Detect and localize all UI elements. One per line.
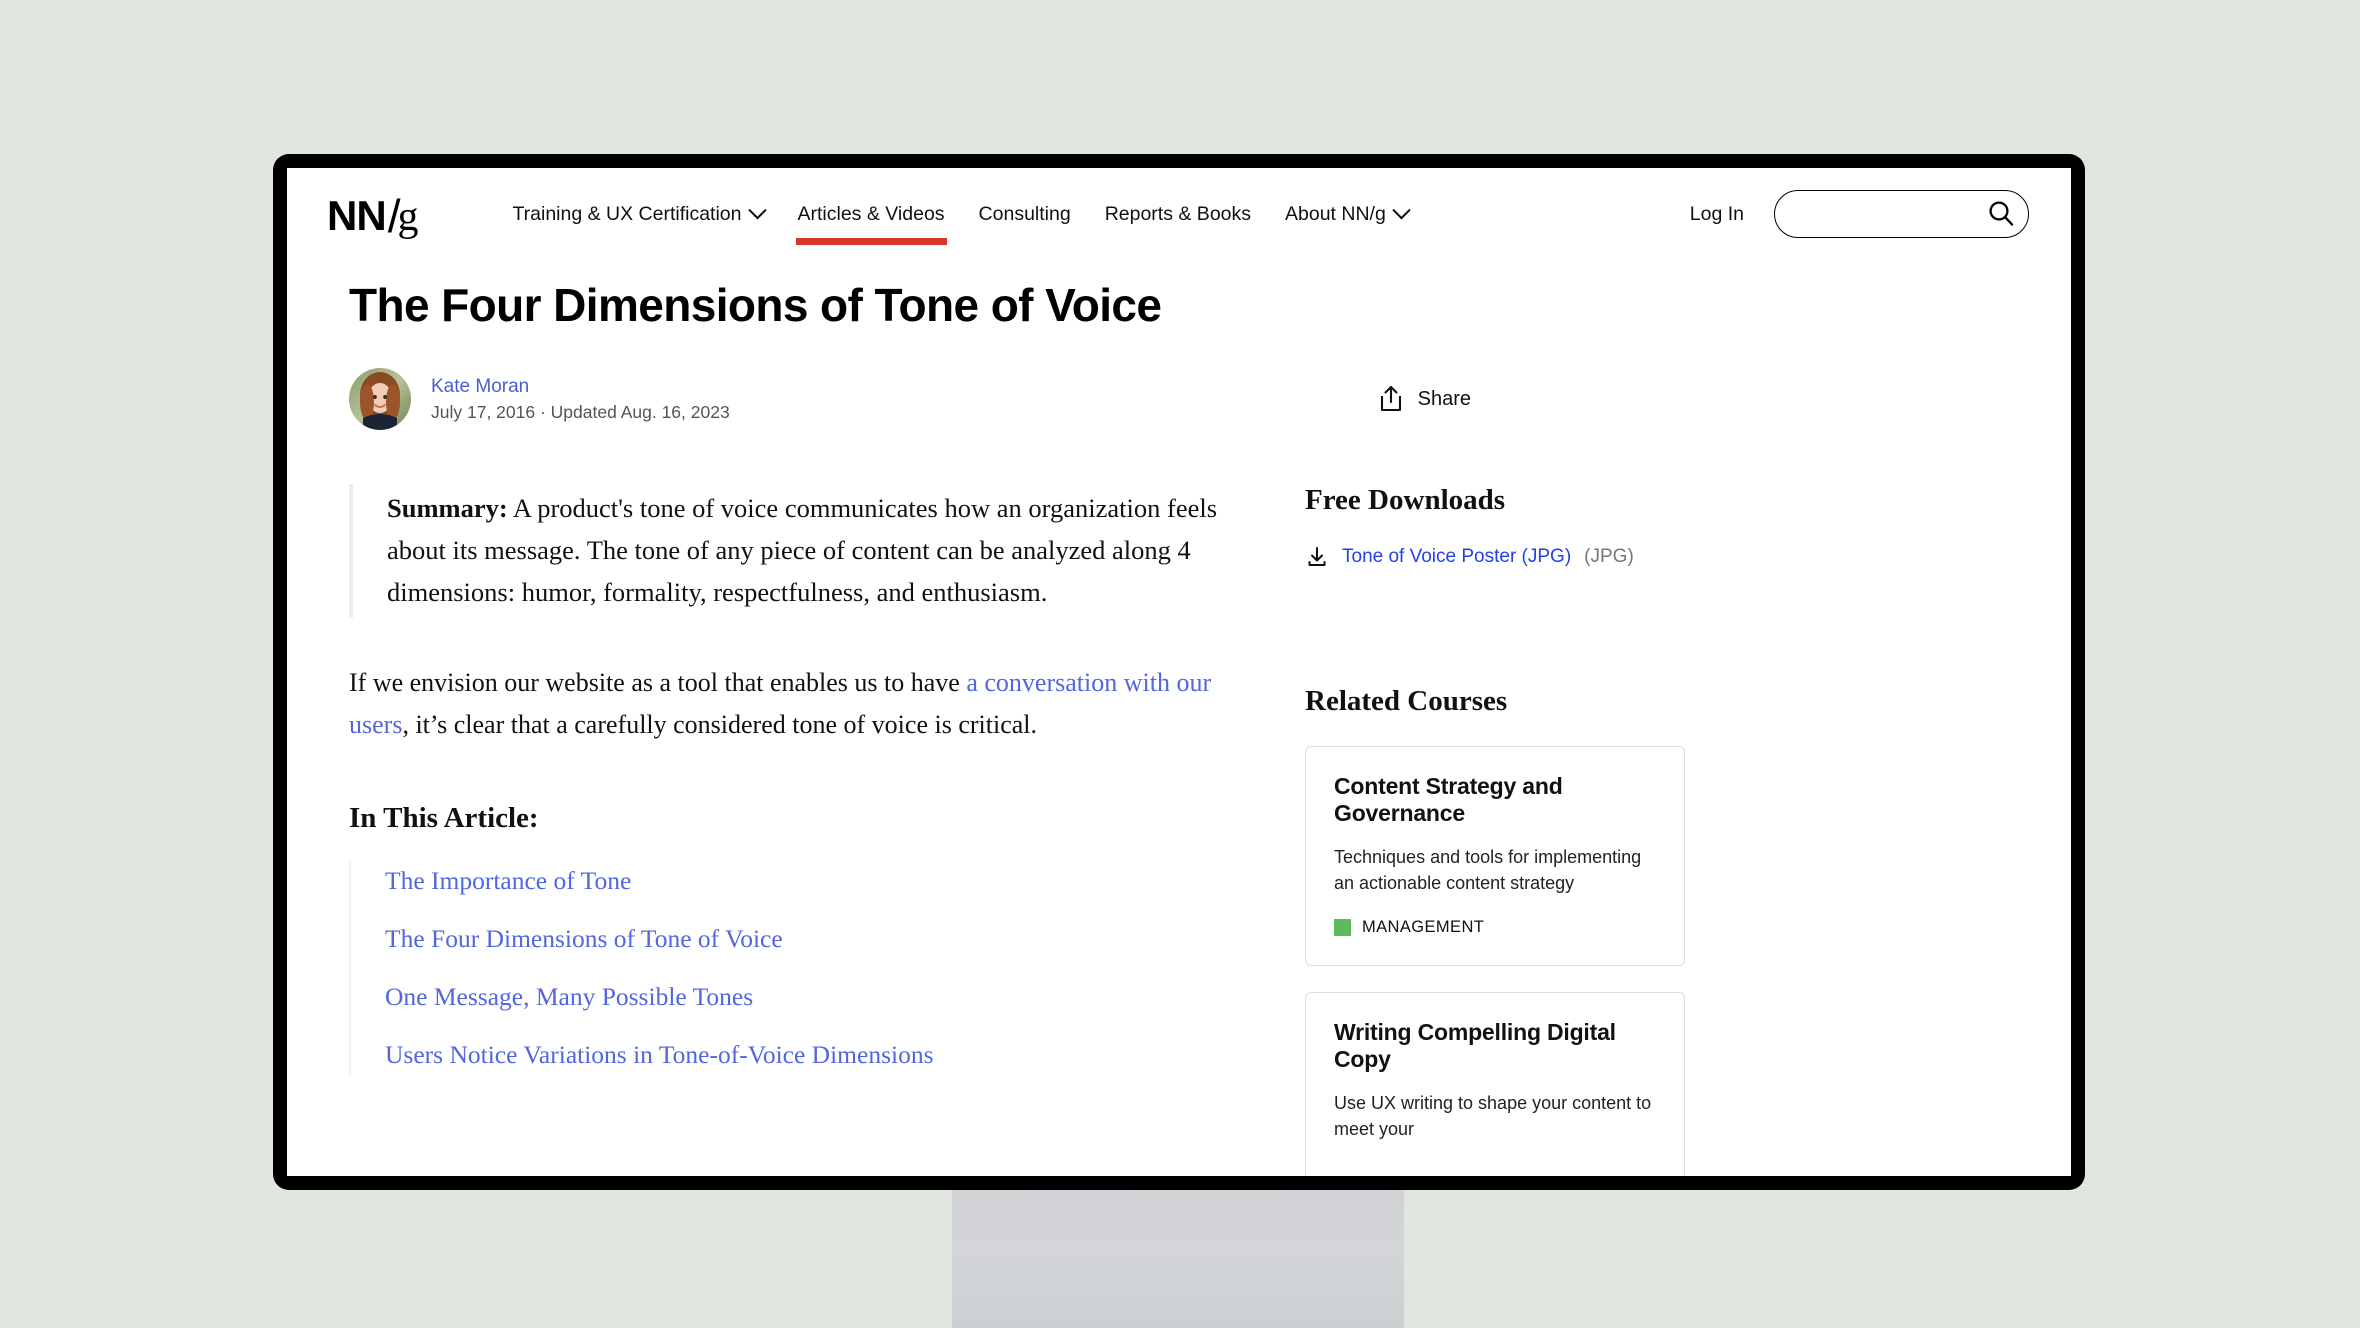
nav-item-training[interactable]: Training & UX Certification — [495, 168, 780, 260]
course-card-content-strategy[interactable]: Content Strategy and Governance Techniqu… — [1305, 746, 1685, 967]
related-courses-heading: Related Courses — [1305, 685, 1508, 717]
logo-g: g — [397, 194, 418, 240]
summary-label: Summary: — [387, 493, 508, 523]
downloads-list: Tone of Voice Poster (JPG) (JPG) — [1305, 545, 1685, 569]
share-label: Share — [1417, 387, 1471, 410]
chevron-down-icon — [1392, 200, 1411, 219]
chevron-down-icon — [747, 200, 767, 219]
share-button[interactable]: Share — [1378, 385, 1471, 413]
toc-link-4[interactable]: Users Notice Variations in Tone-of-Voice… — [385, 1040, 934, 1069]
intro-paragraph: If we envision our website as a tool tha… — [349, 662, 1229, 746]
nav-item-about[interactable]: About NN/g — [1268, 168, 1425, 260]
header-right: Log In — [1690, 190, 2029, 238]
download-icon — [1308, 547, 1326, 566]
nav-item-consulting[interactable]: Consulting — [962, 168, 1088, 260]
summary-block: Summary: A product's tone of voice commu… — [349, 484, 1229, 618]
course-title: Writing Compelling Digital Copy — [1334, 1019, 1616, 1073]
list-item: The Importance of Tone — [385, 866, 1229, 895]
search-icon — [1989, 201, 2014, 226]
tag-label: MANAGEMENT — [1362, 918, 1485, 937]
byline-text: Kate Moran July 17, 2016 · Updated Aug. … — [431, 376, 730, 423]
search-button[interactable] — [1983, 196, 2019, 232]
monitor-stand — [952, 1180, 1404, 1328]
logo-n1: N — [327, 192, 357, 239]
nav-label: Training & UX Certification — [512, 202, 742, 225]
login-link[interactable]: Log In — [1690, 203, 1744, 226]
downloads-heading: Free Downloads — [1305, 484, 1506, 516]
toc-link-2[interactable]: The Four Dimensions of Tone of Voice — [385, 924, 783, 953]
course-title: Content Strategy and Governance — [1334, 773, 1563, 826]
toc-heading: In This Article: — [349, 801, 539, 834]
avatar-photo — [349, 368, 411, 430]
list-item: One Message, Many Possible Tones — [385, 982, 1229, 1011]
nng-logo[interactable]: N N / g — [327, 187, 418, 242]
author-link[interactable]: Kate Moran — [431, 376, 730, 398]
list-item: Tone of Voice Poster (JPG) (JPG) — [1305, 545, 1685, 569]
nav-item-articles-videos[interactable]: Articles & Videos — [781, 168, 962, 260]
monitor-bezel: N N / g Training & UX Certification Article… — [273, 154, 2085, 1190]
nav-item-reports-books[interactable]: Reports & Books — [1088, 168, 1268, 260]
summary-text: A product's tone of voice communicates h… — [387, 493, 1218, 607]
logo-n2: N — [356, 192, 386, 239]
nav-label: Consulting — [978, 202, 1071, 225]
toc-link-3[interactable]: One Message, Many Possible Tones — [385, 982, 753, 1011]
course-card-digital-copy[interactable]: Writing Compelling Digital Copy Use UX w… — [1305, 992, 1685, 1176]
free-downloads-block: Free Downloads Tone of Voice Poster (JPG… — [1305, 484, 1685, 569]
list-item: The Four Dimensions of Tone of Voice — [385, 924, 1229, 953]
nav-label: Reports & Books — [1104, 202, 1252, 225]
page-title: The Four Dimensions of Tone of Voice — [349, 279, 1162, 331]
avatar — [349, 368, 411, 430]
toc-list: The Importance of Tone The Four Dimensio… — [349, 860, 1229, 1075]
toc-link-1[interactable]: The Importance of Tone — [385, 866, 631, 895]
paragraph-text-before: If we envision our website as a tool tha… — [349, 667, 967, 697]
nav-label: Articles & Videos — [797, 202, 945, 225]
course-description: Techniques and tools for implementing an… — [1334, 847, 1642, 893]
publish-dates: July 17, 2016 · Updated Aug. 16, 2023 — [431, 401, 730, 422]
logo-slash: / — [387, 190, 401, 242]
list-item: Users Notice Variations in Tone-of-Voice… — [385, 1040, 1229, 1069]
search-box — [1774, 190, 2029, 238]
download-filetype: (JPG) — [1584, 546, 1634, 567]
download-link[interactable]: Tone of Voice Poster (JPG) — [1342, 546, 1571, 568]
content-columns: Summary: A product's tone of voice commu… — [327, 484, 2031, 1176]
share-icon — [1380, 385, 1401, 412]
nav-label: About NN/g — [1285, 202, 1386, 225]
sidebar: Free Downloads Tone of Voice Poster (JPG… — [1305, 484, 1685, 1176]
article-wrap: The Four Dimensions of Tone of Voice Kat… — [287, 278, 2071, 1176]
paragraph-text-after: , it’s clear that a carefully considered… — [402, 709, 1037, 739]
course-description: Use UX writing to shape your content to … — [1334, 1093, 1652, 1139]
tag-color-swatch — [1334, 919, 1351, 937]
screen: N N / g Training & UX Certification Article… — [287, 168, 2071, 1176]
related-courses-block: Related Courses Content Strategy and Gov… — [1305, 685, 1685, 1176]
main-nav: Training & UX Certification Articles & V… — [495, 168, 1424, 260]
course-tag: MANAGEMENT — [1334, 918, 1656, 937]
site-header: N N / g Training & UX Certification Article… — [287, 168, 2071, 260]
byline: Kate Moran July 17, 2016 · Updated Aug. … — [349, 368, 2031, 430]
main-column: Summary: A product's tone of voice commu… — [349, 484, 1229, 1176]
